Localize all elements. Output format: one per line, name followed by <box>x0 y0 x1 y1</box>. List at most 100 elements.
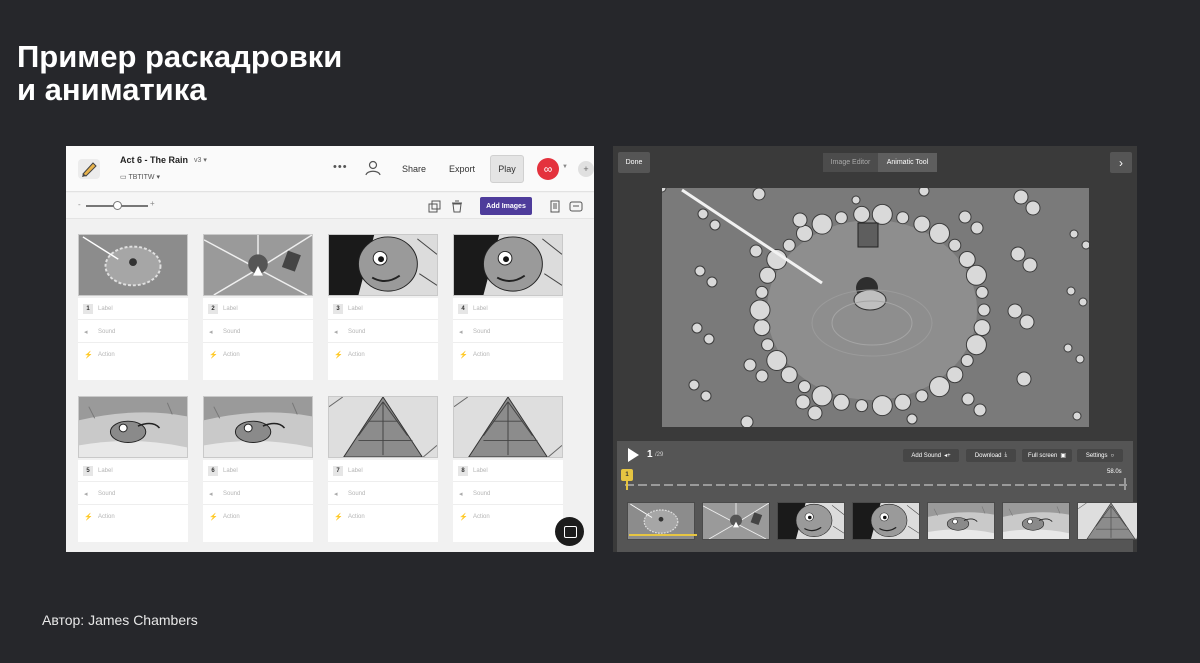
storyboard-panel[interactable]: 7 Label ◂ Sound ⚡ Action <box>328 396 438 542</box>
panel-action-row[interactable]: ⚡ Action <box>328 344 438 366</box>
frame-thumbnail[interactable] <box>1002 502 1070 540</box>
full-screen-label: Full screen <box>1027 452 1058 459</box>
settings-button[interactable]: Settings ○ <box>1077 449 1123 462</box>
panel-number: 7 <box>333 466 343 476</box>
action-placeholder: Action <box>473 352 490 358</box>
panel-action-row[interactable]: ⚡ Action <box>328 506 438 528</box>
sound-placeholder: Sound <box>98 329 116 335</box>
collaborators-icon[interactable] <box>364 160 382 176</box>
panel-number: 6 <box>208 466 218 476</box>
panel-meta: 3 Label ◂ Sound ⚡ Action <box>328 298 438 380</box>
panel-sound-row[interactable]: ◂ Sound <box>203 483 313 505</box>
chat-icon[interactable] <box>555 517 584 546</box>
panel-number: 2 <box>208 304 218 314</box>
more-options-button[interactable]: ••• <box>333 161 348 173</box>
label-placeholder: Label <box>473 468 488 474</box>
panel-sound-row[interactable]: ◂ Sound <box>78 483 188 505</box>
storyboard-panel[interactable]: 2 Label ◂ Sound ⚡ Action <box>203 234 313 380</box>
panel-action-row[interactable]: ⚡ Action <box>78 506 188 528</box>
add-collaborator-icon[interactable]: + <box>578 161 594 177</box>
storyboard-panel[interactable]: 3 Label ◂ Sound ⚡ Action <box>328 234 438 380</box>
panel-label-row[interactable]: 7 Label <box>328 460 438 482</box>
panel-image[interactable] <box>328 234 438 296</box>
zoom-in-button[interactable]: + <box>150 199 155 208</box>
playhead-line[interactable] <box>626 479 628 490</box>
animatic-player: 1 /29 Add Sound ◂+ Download ⤓ Full screen ▣… <box>617 441 1137 552</box>
layout-view-icon[interactable] <box>569 200 583 213</box>
zoom-out-button[interactable]: - <box>78 200 81 209</box>
panel-sound-row[interactable]: ◂ Sound <box>328 321 438 343</box>
panel-image[interactable] <box>328 396 438 458</box>
panel-action-row[interactable]: ⚡ Action <box>78 344 188 366</box>
action-icon: ⚡ <box>209 514 218 521</box>
frame-thumbnail[interactable] <box>852 502 920 540</box>
frame-thumbnail[interactable] <box>702 502 770 540</box>
download-button[interactable]: Download ⤓ <box>966 449 1016 462</box>
version-dropdown[interactable]: v3 ▾ <box>194 156 207 164</box>
add-images-button[interactable]: Add Images <box>480 197 532 215</box>
panel-image[interactable] <box>203 234 313 296</box>
duplicate-icon[interactable] <box>428 200 442 213</box>
slide-title-line-1: Пример раскадровки <box>17 39 343 74</box>
panel-image[interactable] <box>78 396 188 458</box>
panel-sound-row[interactable]: ◂ Sound <box>453 321 563 343</box>
speaker-icon: ◂ <box>84 491 88 498</box>
frame-thumbnail[interactable] <box>777 502 845 540</box>
panel-label-row[interactable]: 2 Label <box>203 298 313 320</box>
panel-action-row[interactable]: ⚡ Action <box>203 344 313 366</box>
play-button[interactable]: Play <box>490 155 524 183</box>
done-button[interactable]: Done <box>618 152 650 173</box>
panel-sound-row[interactable]: ◂ Sound <box>453 483 563 505</box>
panel-label-row[interactable]: 3 Label <box>328 298 438 320</box>
full-screen-button[interactable]: Full screen ▣ <box>1022 449 1072 462</box>
action-placeholder: Action <box>223 514 240 520</box>
play-icon[interactable] <box>628 448 639 462</box>
panel-image[interactable] <box>203 396 313 458</box>
storyboard-panel[interactable]: 4 Label ◂ Sound ⚡ Action <box>453 234 563 380</box>
chevron-down-icon: ▾ <box>156 174 160 181</box>
storyboard-panel[interactable]: 5 Label ◂ Sound ⚡ Action <box>78 396 188 542</box>
speaker-icon: ◂ <box>334 329 338 336</box>
panel-image[interactable] <box>453 234 563 296</box>
folder-icon: ▭ <box>120 174 127 181</box>
action-icon: ⚡ <box>209 352 218 359</box>
pencil-logo-icon[interactable] <box>76 157 102 181</box>
panel-label-row[interactable]: 8 Label <box>453 460 563 482</box>
settings-label: Settings <box>1085 452 1108 459</box>
panel-label-row[interactable]: 5 Label <box>78 460 188 482</box>
action-placeholder: Action <box>98 352 115 358</box>
export-button[interactable]: Export <box>443 155 481 183</box>
panel-label-row[interactable]: 6 Label <box>203 460 313 482</box>
panel-label-row[interactable]: 1 Label <box>78 298 188 320</box>
panel-action-row[interactable]: ⚡ Action <box>203 506 313 528</box>
panel-meta: 7 Label ◂ Sound ⚡ Action <box>328 460 438 542</box>
panel-meta: 4 Label ◂ Sound ⚡ Action <box>453 298 563 380</box>
trash-icon[interactable] <box>450 200 464 213</box>
zoom-slider-handle[interactable] <box>113 201 122 210</box>
chevron-down-icon[interactable]: ▼ <box>562 164 568 170</box>
tab-animatic-tool[interactable]: Animatic Tool <box>878 153 937 172</box>
panel-label-row[interactable]: 4 Label <box>453 298 563 320</box>
project-title[interactable]: Act 6 - The Rain <box>120 155 188 165</box>
panel-sound-row[interactable]: ◂ Sound <box>78 321 188 343</box>
chevron-right-icon[interactable]: › <box>1110 152 1132 173</box>
storyboard-panel[interactable]: 6 Label ◂ Sound ⚡ Action <box>203 396 313 542</box>
total-frames: /29 <box>655 452 664 458</box>
share-button[interactable]: Share <box>396 155 432 183</box>
panel-action-row[interactable]: ⚡ Action <box>453 344 563 366</box>
panel-image[interactable] <box>78 234 188 296</box>
frame-thumbnail[interactable] <box>927 502 995 540</box>
folder-dropdown[interactable]: ▭ TBTITW ▾ <box>120 173 160 181</box>
avatar[interactable]: ∞ <box>537 158 559 180</box>
script-view-icon[interactable] <box>548 200 562 213</box>
storyboard-panel[interactable]: 8 Label ◂ Sound ⚡ Action <box>453 396 563 542</box>
add-sound-button[interactable]: Add Sound ◂+ <box>903 449 959 462</box>
timeline-track[interactable] <box>625 484 1127 486</box>
panel-sound-row[interactable]: ◂ Sound <box>203 321 313 343</box>
panel-action-row[interactable]: ⚡ Action <box>453 506 563 528</box>
panel-image[interactable] <box>453 396 563 458</box>
frame-thumbnail[interactable] <box>1077 502 1137 540</box>
tab-image-editor[interactable]: Image Editor <box>823 153 878 172</box>
panel-sound-row[interactable]: ◂ Sound <box>328 483 438 505</box>
storyboard-panel[interactable]: 1 Label ◂ Sound ⚡ Action <box>78 234 188 380</box>
